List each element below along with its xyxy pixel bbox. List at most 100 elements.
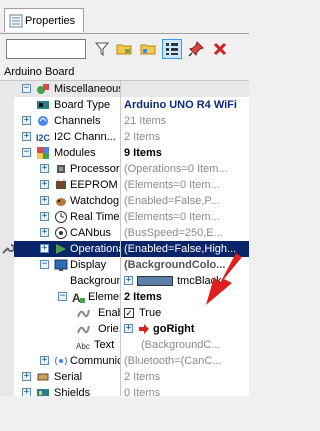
collapse-toggle[interactable]: −	[58, 292, 67, 301]
watchdog-icon	[56, 198, 66, 206]
wrench-icon	[2, 244, 14, 254]
property-label: EEPROM	[70, 179, 118, 191]
communication-icon	[55, 356, 67, 366]
property-value: (Elements=0 Item...	[124, 211, 220, 223]
status-area	[0, 396, 249, 431]
property-orientation[interactable]: Orie... + goRight	[0, 321, 249, 337]
value-cell[interactable]: 2 Items	[121, 369, 249, 385]
property-grid[interactable]: − Miscellaneous Board Type Arduino UNO R…	[0, 80, 249, 399]
property-value: 2 Items	[124, 371, 161, 383]
property-channels[interactable]: + Channels 21 Items	[0, 113, 249, 129]
categorized-icon	[166, 43, 178, 55]
value-cell[interactable]: (Elements=0 Item...	[121, 209, 249, 225]
modules-icon	[37, 147, 49, 159]
value-cell[interactable]: (Bluetooth=(CanC...	[121, 353, 249, 369]
toolbar	[0, 34, 249, 64]
folder-icon	[116, 44, 132, 55]
pin-button[interactable]	[186, 39, 206, 59]
name-cell: − Display	[14, 257, 120, 273]
direction-icon	[139, 324, 149, 334]
value-cell[interactable]: (BusSpeed=250,E...	[121, 225, 249, 241]
collapse-toggle[interactable]: −	[40, 260, 49, 269]
filter-button[interactable]	[92, 39, 112, 59]
column-divider[interactable]	[120, 81, 121, 397]
expand-toggle[interactable]: +	[22, 132, 31, 141]
miscellaneous-icon	[37, 84, 49, 94]
category-miscellaneous[interactable]: − Miscellaneous	[0, 81, 249, 97]
property-label: Channels	[54, 115, 101, 127]
property-value: (Operations=0 Item...	[124, 163, 228, 175]
expand-toggle[interactable]: +	[40, 180, 49, 189]
value-cell[interactable]: + goRight	[121, 321, 249, 337]
value-cell[interactable]: 2 Items	[121, 129, 249, 145]
property-communication[interactable]: + Communic... (Bluetooth=(CanC...	[0, 353, 249, 369]
value-cell[interactable]: (Elements=0 Item...	[121, 177, 249, 193]
display-icon	[54, 259, 68, 271]
delete-button[interactable]	[210, 39, 230, 59]
property-board-type[interactable]: Board Type Arduino UNO R4 WiFi	[0, 97, 249, 113]
value-cell[interactable]: Arduino UNO R4 WiFi	[121, 97, 249, 113]
folder-expand-icon	[140, 44, 156, 55]
expand-toggle[interactable]: +	[40, 212, 49, 221]
expand-toggle[interactable]: +	[124, 276, 133, 285]
name-cell: − Modules	[14, 145, 120, 161]
value-cell[interactable]: (Operations=0 Item...	[121, 161, 249, 177]
property-processor[interactable]: + Processor (Operations=0 Item...	[0, 161, 249, 177]
expand-toggle[interactable]: +	[22, 372, 31, 381]
name-cell: + Real Time...	[14, 209, 120, 225]
property-value: Arduino UNO R4 WiFi	[124, 99, 237, 111]
name-cell: + I2C I2C Chann...	[14, 129, 120, 145]
name-cell: + Operational...	[14, 241, 120, 257]
property-text[interactable]: Abc Text (BackgroundC...	[0, 337, 249, 353]
property-value: goRight	[153, 323, 195, 335]
property-label: Elements	[88, 291, 120, 303]
value-cell[interactable]: (BackgroundC...	[121, 337, 249, 353]
property-canbus[interactable]: + CANbus (BusSpeed=250,E...	[0, 225, 249, 241]
name-cell: + Serial	[14, 369, 120, 385]
property-label: Operational...	[70, 243, 120, 255]
svg-text:A: A	[72, 291, 81, 304]
property-label: Watchdog...	[70, 195, 120, 207]
value-cell[interactable]: (Enabled=False,P...	[121, 193, 249, 209]
color-swatch	[137, 276, 173, 286]
collapse-toggle[interactable]: −	[22, 148, 31, 157]
property-real-time-clock[interactable]: + Real Time... (Elements=0 Item...	[0, 209, 249, 225]
text-icon: Abc	[76, 342, 90, 351]
folder-expand-button[interactable]	[138, 39, 158, 59]
property-i2c-channels[interactable]: + I2C I2C Chann... 2 Items	[0, 129, 249, 145]
search-input[interactable]	[6, 39, 86, 59]
property-label: Modules	[54, 147, 96, 159]
categorized-button[interactable]	[162, 39, 182, 59]
expand-toggle[interactable]: +	[40, 164, 49, 173]
property-watchdog[interactable]: + Watchdog... (Enabled=False,P...	[0, 193, 249, 209]
tab-properties[interactable]: Properties	[4, 8, 84, 32]
expand-toggle[interactable]: +	[40, 228, 49, 237]
property-serial[interactable]: + Serial 2 Items	[0, 369, 249, 385]
property-eeprom[interactable]: + EEPROM (Elements=0 Item...	[0, 177, 249, 193]
expand-toggle[interactable]: +	[22, 116, 31, 125]
expand-toggle[interactable]: +	[124, 324, 133, 333]
expand-toggle[interactable]: +	[40, 356, 49, 365]
expand-toggle[interactable]: +	[40, 244, 49, 253]
property-modules[interactable]: − Modules 9 Items	[0, 145, 249, 161]
selected-object-label: Arduino Board	[4, 66, 75, 78]
name-cell: Enabled	[14, 305, 120, 321]
value-cell[interactable]: 21 Items	[121, 113, 249, 129]
tab-properties-label: Properties	[25, 14, 76, 27]
properties-icon	[9, 14, 23, 27]
property-value: (Enabled=False,P...	[124, 195, 220, 207]
board-icon	[37, 101, 49, 109]
value-cell[interactable]: 9 Items	[121, 145, 249, 161]
annotation-arrow-icon	[206, 253, 242, 305]
property-label: Orie...	[98, 323, 120, 335]
operational-icon	[56, 244, 66, 254]
name-cell: + Communic...	[14, 353, 120, 369]
property-value: 2 Items	[124, 131, 161, 143]
name-cell: Orie...	[14, 321, 120, 337]
folder-button[interactable]	[114, 39, 134, 59]
elements-icon: A	[72, 291, 85, 304]
expand-toggle[interactable]: +	[40, 196, 49, 205]
enabled-checkbox[interactable]: ✓	[124, 308, 134, 318]
collapse-toggle[interactable]: −	[22, 84, 31, 93]
category-label: Miscellaneous	[54, 83, 120, 95]
